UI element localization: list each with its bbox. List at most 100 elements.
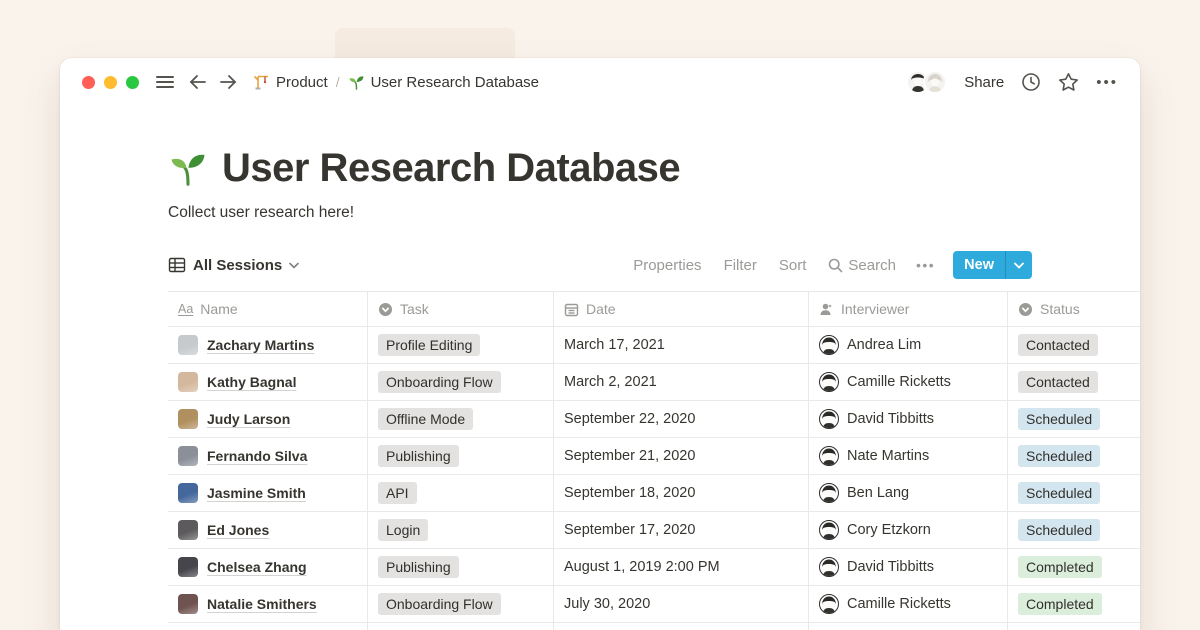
star-icon[interactable] xyxy=(1058,72,1079,92)
avatar xyxy=(178,483,198,503)
topbar-actions: Share ••• xyxy=(906,70,1118,94)
seedling-icon xyxy=(348,74,365,91)
interviewer-cell[interactable]: David Tibbitts xyxy=(809,401,1008,437)
name-cell[interactable]: Kathy Bagnal xyxy=(168,364,368,400)
date-cell[interactable]: September 22, 2020 xyxy=(554,401,809,437)
date-cell[interactable]: September 17, 2020 xyxy=(554,512,809,548)
interviewer-avatar xyxy=(819,335,839,355)
task-cell[interactable]: Publishing xyxy=(368,549,554,585)
close-window-button[interactable] xyxy=(82,76,95,89)
interviewer-avatar xyxy=(819,409,839,429)
more-icon[interactable]: ••• xyxy=(912,257,939,273)
new-button-caret[interactable] xyxy=(1006,251,1032,279)
properties-button[interactable]: Properties xyxy=(627,254,707,277)
status-cell[interactable]: Contacted xyxy=(1008,364,1140,400)
interviewer-cell[interactable]: Camille Ricketts xyxy=(809,586,1008,622)
task-cell[interactable]: Offline Mode xyxy=(368,401,554,437)
name-cell[interactable]: Jasmine Smith xyxy=(168,475,368,511)
avatar xyxy=(178,335,198,355)
forward-arrow-icon[interactable] xyxy=(219,74,237,90)
status-cell[interactable]: Scheduled xyxy=(1008,438,1140,474)
avatar xyxy=(178,594,198,614)
status-tag: Completed xyxy=(1018,593,1102,615)
date-cell[interactable]: March 2, 2021 xyxy=(554,364,809,400)
name-cell[interactable]: Zachary Martins xyxy=(168,327,368,363)
task-cell[interactable]: Onboarding Flow xyxy=(368,586,554,622)
page-content: User Research Database Collect user rese… xyxy=(60,106,1140,630)
person-name: Ed Jones xyxy=(207,522,269,538)
name-cell[interactable]: Natalie Smithers xyxy=(168,586,368,622)
name-cell[interactable]: Ed Jones xyxy=(168,512,368,548)
avatar xyxy=(178,446,198,466)
date-cell[interactable]: September 18, 2020 xyxy=(554,475,809,511)
name-cell[interactable]: Fernando Silva xyxy=(168,438,368,474)
column-header-status[interactable]: Status xyxy=(1008,292,1140,326)
filter-button[interactable]: Filter xyxy=(718,254,763,277)
task-cell[interactable]: Publishing xyxy=(368,438,554,474)
task-cell[interactable]: API xyxy=(368,475,554,511)
status-cell[interactable]: Scheduled xyxy=(1008,475,1140,511)
interviewer-name: Nate Martins xyxy=(847,448,929,464)
task-cell[interactable]: Login xyxy=(368,512,554,548)
interviewer-cell[interactable]: Camille Ricketts xyxy=(809,364,1008,400)
date-value: March 2, 2021 xyxy=(564,374,657,390)
table-body: Zachary Martins Profile Editing March 17… xyxy=(168,327,1140,623)
status-cell[interactable]: Contacted xyxy=(1008,327,1140,363)
person-name: Zachary Martins xyxy=(207,337,314,353)
breadcrumb-separator: / xyxy=(328,74,348,90)
task-tag: Publishing xyxy=(378,445,459,467)
search-icon xyxy=(828,258,843,273)
date-cell[interactable]: September 21, 2020 xyxy=(554,438,809,474)
date-value: March 17, 2021 xyxy=(564,337,665,353)
status-cell[interactable]: Completed xyxy=(1008,549,1140,585)
date-value: September 17, 2020 xyxy=(564,522,695,538)
task-cell[interactable]: Profile Editing xyxy=(368,327,554,363)
interviewer-cell[interactable]: Cory Etzkorn xyxy=(809,512,1008,548)
interviewer-cell[interactable]: Ben Lang xyxy=(809,475,1008,511)
status-cell[interactable]: Scheduled xyxy=(1008,401,1140,437)
name-cell[interactable]: Judy Larson xyxy=(168,401,368,437)
clock-icon[interactable] xyxy=(1021,72,1041,92)
breadcrumb-label: Product xyxy=(276,74,328,91)
date-value: September 21, 2020 xyxy=(564,448,695,464)
table-row: Chelsea Zhang Publishing August 1, 2019 … xyxy=(168,549,1140,586)
new-button-main[interactable]: New xyxy=(953,251,1005,279)
menu-icon[interactable] xyxy=(155,74,175,90)
column-label: Status xyxy=(1040,301,1080,317)
date-cell[interactable]: August 1, 2019 2:00 PM xyxy=(554,549,809,585)
interviewer-avatar xyxy=(819,594,839,614)
column-header-date[interactable]: Date xyxy=(554,292,809,326)
task-cell[interactable]: Onboarding Flow xyxy=(368,364,554,400)
name-cell[interactable]: Chelsea Zhang xyxy=(168,549,368,585)
interviewer-cell[interactable]: David Tibbitts xyxy=(809,549,1008,585)
interviewer-cell[interactable]: Nate Martins xyxy=(809,438,1008,474)
date-cell[interactable]: July 30, 2020 xyxy=(554,586,809,622)
minimize-window-button[interactable] xyxy=(104,76,117,89)
column-header-task[interactable]: Task xyxy=(368,292,554,326)
back-arrow-icon[interactable] xyxy=(189,74,207,90)
task-cell xyxy=(368,623,554,630)
breadcrumb-item-product[interactable]: Product xyxy=(253,74,328,91)
breadcrumb-item-page[interactable]: User Research Database xyxy=(348,74,539,91)
status-cell[interactable]: Completed xyxy=(1008,586,1140,622)
task-tag: Offline Mode xyxy=(378,408,473,430)
window-topbar: Product / User Research Database Share xyxy=(60,58,1140,106)
view-switcher[interactable]: All Sessions xyxy=(168,256,299,274)
table-row: Judy Larson Offline Mode September 22, 2… xyxy=(168,401,1140,438)
status-tag: Contacted xyxy=(1018,334,1098,356)
avatar xyxy=(178,520,198,540)
search-button[interactable]: Search xyxy=(822,254,902,277)
date-cell[interactable]: March 17, 2021 xyxy=(554,327,809,363)
status-tag: Scheduled xyxy=(1018,445,1100,467)
interviewer-cell[interactable]: Andrea Lim xyxy=(809,327,1008,363)
interviewer-name: Ben Lang xyxy=(847,485,909,501)
zoom-window-button[interactable] xyxy=(126,76,139,89)
share-button[interactable]: Share xyxy=(964,74,1004,91)
column-header-name[interactable]: Aa Name xyxy=(168,292,368,326)
column-label: Name xyxy=(200,301,237,317)
sort-button[interactable]: Sort xyxy=(773,254,813,277)
status-cell[interactable]: Scheduled xyxy=(1008,512,1140,548)
more-icon[interactable]: ••• xyxy=(1096,74,1118,91)
column-header-interviewer[interactable]: Interviewer xyxy=(809,292,1008,326)
table-row: Natalie Smithers Onboarding Flow July 30… xyxy=(168,586,1140,623)
